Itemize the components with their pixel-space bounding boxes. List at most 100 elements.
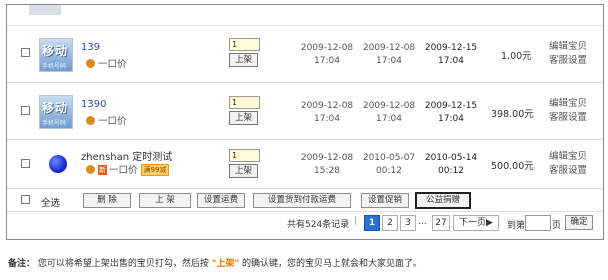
- created-date-day: 2009-12-08: [300, 101, 354, 111]
- sale-type-label: 一口价: [98, 59, 127, 70]
- next-page-button[interactable]: 下一页▶: [453, 215, 499, 231]
- product-price: 1.00元: [501, 51, 532, 62]
- select-all-label[interactable]: 全选: [41, 195, 60, 209]
- new-badge: 新: [98, 165, 107, 175]
- created-date: 2009-12-08 15:28: [297, 152, 357, 178]
- page-unit-label: 页: [552, 221, 562, 231]
- set-promotion-button[interactable]: 设置促销: [361, 193, 409, 208]
- pager-separator: |: [354, 216, 358, 226]
- end-date-time: 17:04: [438, 56, 464, 66]
- end-date: 2009-12-15 17:04: [421, 42, 481, 68]
- start-date: 2009-12-08 17:04: [359, 100, 419, 126]
- start-date: 2010-05-07 00:12: [359, 152, 419, 178]
- goto-label: 到第: [507, 221, 526, 231]
- product-thumbnail[interactable]: 移动 手机号码: [39, 95, 73, 129]
- start-date-time: 17:04: [376, 56, 402, 66]
- product-thumbnail[interactable]: 移动 手机号码: [39, 38, 73, 72]
- start-date: 2009-12-08 17:04: [359, 42, 419, 68]
- start-date-day: 2010-05-07: [362, 153, 416, 163]
- confirm-goto-button[interactable]: 确定: [565, 215, 593, 230]
- product-name[interactable]: 139: [81, 42, 100, 53]
- select-all-checkbox[interactable]: [21, 195, 30, 204]
- row-operations: 编辑宝贝 客服设置: [549, 150, 587, 178]
- sale-type-label: 一口价: [109, 165, 138, 176]
- bulk-action-bar: 全选 删 除 上 架 设置运费 设置货到付款运费 设置促销 公益捐赠: [7, 189, 603, 212]
- start-date-time: 00:12: [376, 166, 402, 176]
- delete-button[interactable]: 删 除: [83, 193, 131, 208]
- page-3-button[interactable]: 3: [400, 215, 416, 231]
- start-date-day: 2009-12-08: [362, 101, 416, 111]
- note-highlight: "上架": [211, 259, 240, 269]
- product-row: zhenshan 定时测试 新一口价 满99减 1 上架 2009-12-08 15…: [7, 140, 603, 189]
- fixed-price-icon: [86, 165, 95, 174]
- list-button[interactable]: 上架: [229, 53, 258, 67]
- page-2-button[interactable]: 2: [382, 215, 398, 231]
- end-date-day: 2010-05-14: [424, 153, 478, 163]
- product-price: 398.00元: [491, 109, 534, 120]
- edit-item-link[interactable]: 编辑宝贝: [549, 40, 587, 54]
- end-date-time: 17:04: [438, 114, 464, 124]
- note-text-1: 您可以将希望上架出售的宝贝打勾，然后按: [37, 259, 209, 269]
- product-list-panel: 移动 手机号码 139 一口价 1 上架 2009-12-08 17:04 200…: [6, 4, 604, 240]
- created-date: 2009-12-08 17:04: [297, 42, 357, 68]
- promotion-badge[interactable]: 满99减: [140, 164, 170, 176]
- created-date-time: 15:28: [314, 166, 340, 176]
- customer-service-link[interactable]: 客服设置: [549, 164, 587, 178]
- product-name[interactable]: 1390: [81, 99, 106, 110]
- created-date-day: 2009-12-08: [300, 43, 354, 53]
- thumbnail-text: 移动: [42, 101, 69, 115]
- set-shipping-button[interactable]: 设置运费: [197, 193, 245, 208]
- footer-note: 备注： 您可以将希望上架出售的宝贝打勾，然后按 "上架" 的确认键，您的宝贝马上…: [8, 256, 422, 269]
- end-date-day: 2009-12-15: [424, 101, 478, 111]
- sale-type: 一口价: [86, 56, 127, 70]
- bulk-list-button[interactable]: 上 架: [139, 193, 191, 208]
- quantity-input[interactable]: 1: [229, 96, 260, 109]
- page-1-button[interactable]: 1: [364, 215, 380, 231]
- start-date-day: 2009-12-08: [362, 43, 416, 53]
- row-operations: 编辑宝贝 客服设置: [549, 40, 587, 68]
- edit-item-link[interactable]: 编辑宝贝: [549, 150, 587, 164]
- created-date: 2009-12-08 17:04: [297, 100, 357, 126]
- customer-service-link[interactable]: 客服设置: [549, 54, 587, 68]
- end-date: 2009-12-15 17:04: [421, 100, 481, 126]
- fixed-price-icon: [86, 116, 95, 125]
- set-cod-shipping-button[interactable]: 设置货到付款运费: [253, 193, 351, 208]
- goto-page-input[interactable]: [525, 215, 551, 231]
- note-label: 备注：: [8, 259, 36, 269]
- sale-type: 一口价: [86, 113, 127, 127]
- end-date: 2010-05-14 00:12: [421, 152, 481, 178]
- row-checkbox[interactable]: [21, 106, 30, 115]
- list-button[interactable]: 上架: [229, 111, 258, 125]
- created-date-time: 17:04: [314, 56, 340, 66]
- fixed-price-icon: [86, 59, 95, 68]
- previous-row-strip: [7, 5, 603, 26]
- edit-item-link[interactable]: 编辑宝贝: [549, 97, 587, 111]
- previous-row-thumbnail: [29, 5, 61, 15]
- quantity-input[interactable]: 1: [229, 38, 260, 51]
- list-button[interactable]: 上架: [229, 164, 258, 178]
- note-text-2: 的确认键，您的宝贝马上就会和大家见面了。: [242, 259, 423, 269]
- thumbnail-subtext: 手机号码: [42, 63, 67, 70]
- pager-ellipsis: ...: [418, 217, 427, 227]
- sale-type: 新一口价 满99减: [86, 162, 170, 176]
- sale-type-label: 一口价: [98, 116, 127, 127]
- created-date-day: 2009-12-08: [300, 153, 354, 163]
- charity-donation-button[interactable]: 公益捐赠: [415, 192, 471, 209]
- end-date-day: 2009-12-15: [424, 43, 478, 53]
- product-row: 移动 手机号码 1390 一口价 1 上架 2009-12-08 17:04 20…: [7, 83, 603, 140]
- row-checkbox[interactable]: [21, 48, 30, 57]
- total-records: 共有524条记录: [287, 220, 350, 230]
- start-date-time: 17:04: [376, 114, 402, 124]
- customer-service-link[interactable]: 客服设置: [549, 111, 587, 125]
- product-price: 500.00元: [491, 161, 534, 172]
- quantity-input[interactable]: 1: [229, 149, 260, 162]
- product-name[interactable]: zhenshan 定时测试: [81, 148, 172, 163]
- row-operations: 编辑宝贝 客服设置: [549, 97, 587, 125]
- row-checkbox[interactable]: [21, 159, 30, 168]
- last-page-button[interactable]: 27: [432, 215, 450, 231]
- thumbnail-text: 移动: [42, 44, 69, 58]
- end-date-time: 00:12: [438, 166, 464, 176]
- thumbnail-subtext: 手机号码: [42, 120, 67, 127]
- created-date-time: 17:04: [314, 114, 340, 124]
- product-thumbnail[interactable]: [49, 155, 67, 173]
